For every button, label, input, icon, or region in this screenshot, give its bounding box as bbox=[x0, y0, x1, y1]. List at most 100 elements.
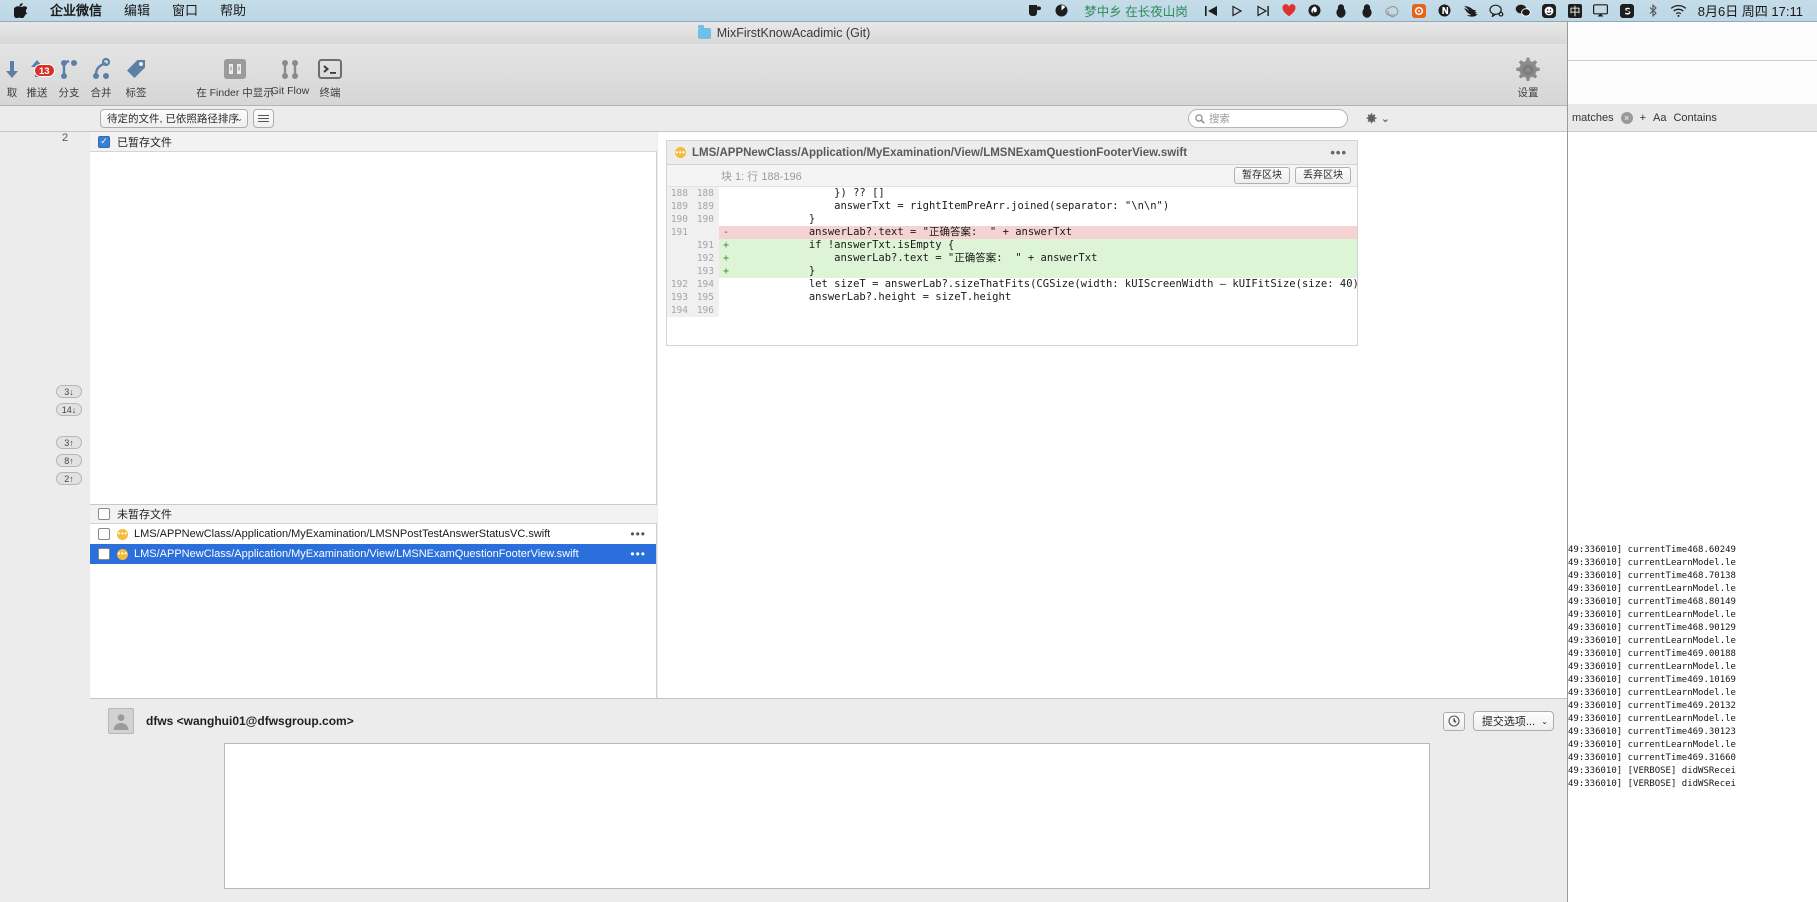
console-line: 49:336010] currentTime468.70138 bbox=[1568, 571, 1736, 581]
diff-marker bbox=[719, 187, 733, 200]
sourcetree-window: MixFirstKnowAcadimic (Git) 取 13 推送 分支 合并… bbox=[0, 22, 1568, 902]
mug-icon[interactable] bbox=[1022, 0, 1048, 22]
wechat-icon[interactable] bbox=[1510, 0, 1536, 22]
magnet-icon[interactable] bbox=[1432, 0, 1458, 22]
airplay-icon[interactable] bbox=[1588, 0, 1614, 22]
diff-file-header[interactable]: ••• LMS/APPNewClass/Application/MyExamin… bbox=[666, 140, 1358, 164]
edge-badge-behind-3-up[interactable]: 3↑ bbox=[56, 436, 82, 449]
old-line-number: 194 bbox=[667, 304, 693, 317]
pie-icon[interactable] bbox=[1048, 0, 1074, 22]
diff-line[interactable]: 194 196 bbox=[667, 304, 1357, 317]
list-item[interactable]: ••• LMS/APPNewClass/Application/MyExamin… bbox=[90, 524, 656, 544]
next-track-icon[interactable] bbox=[1250, 0, 1276, 22]
edge-badge-behind-2-up[interactable]: 2↑ bbox=[56, 472, 82, 485]
file-path-label: LMS/APPNewClass/Application/MyExaminatio… bbox=[134, 548, 579, 560]
old-line-number: 192 bbox=[667, 278, 693, 291]
edge-badge-behind-14-down[interactable]: 14↓ bbox=[56, 403, 82, 416]
discard-hunk-button[interactable]: 丢弃区块 bbox=[1295, 167, 1351, 184]
penguin2-icon[interactable] bbox=[1354, 0, 1380, 22]
input-chinese-icon[interactable]: 中 bbox=[1562, 0, 1588, 22]
speech-bubble-icon[interactable] bbox=[1484, 0, 1510, 22]
diff-line[interactable]: 189 189 answerTxt = rightItemPreArr.join… bbox=[667, 200, 1357, 213]
chevron-down-icon: ⌄ bbox=[1541, 716, 1548, 726]
bird-icon[interactable] bbox=[1458, 0, 1484, 22]
gear-icon bbox=[1514, 56, 1542, 84]
wifi-icon[interactable] bbox=[1666, 0, 1692, 22]
file-filter-dropdown[interactable]: 待定的文件, 已依照路径排序 ⌄ bbox=[100, 109, 248, 128]
staged-select-all-checkbox[interactable] bbox=[98, 135, 110, 148]
diff-line[interactable]: 191 - answerLab?.text = "正确答案: " + answe… bbox=[667, 226, 1357, 239]
tag-icon bbox=[123, 54, 149, 84]
console-line: 49:336010] currentTime469.31660 bbox=[1568, 753, 1736, 763]
tag-button[interactable]: 标签 bbox=[108, 50, 164, 102]
terminal-button[interactable]: 终端 bbox=[302, 50, 358, 102]
add-filter-button[interactable]: + bbox=[1640, 112, 1646, 124]
menu-item-qywechat[interactable]: 企业微信 bbox=[39, 0, 113, 22]
flame-icon[interactable] bbox=[1302, 0, 1328, 22]
background-console-output: 49:336010] currentTime468.60249 49:33601… bbox=[1568, 542, 1817, 902]
diff-line[interactable]: 192 + answerLab?.text = "正确答案: " + answe… bbox=[667, 252, 1357, 265]
diff-line[interactable]: 191 + if !answerTxt.isEmpty { bbox=[667, 239, 1357, 252]
file-stage-checkbox[interactable] bbox=[98, 528, 110, 540]
clock-icon[interactable] bbox=[1442, 711, 1465, 731]
diff-lines: 188 188 }) ?? [] 189 189 answerTxt = rig… bbox=[667, 187, 1357, 317]
stage-hunk-button[interactable]: 暂存区块 bbox=[1234, 167, 1290, 184]
modified-dot-icon: ••• bbox=[675, 147, 686, 158]
window-title-bar[interactable]: MixFirstKnowAcadimic (Git) bbox=[0, 22, 1567, 44]
match-mode-button[interactable]: Contains bbox=[1673, 112, 1716, 124]
play-icon[interactable] bbox=[1224, 0, 1250, 22]
menu-item-edit[interactable]: 编辑 bbox=[113, 0, 161, 22]
terminal-icon bbox=[317, 54, 343, 84]
diff-line[interactable]: 193 + } bbox=[667, 265, 1357, 278]
previous-track-icon[interactable] bbox=[1198, 0, 1224, 22]
creative-cloud-icon[interactable] bbox=[1380, 0, 1406, 22]
main-toolbar: 取 13 推送 分支 合并 标签 在 Finder 中显示 Git Flow 终… bbox=[0, 44, 1567, 106]
match-case-button[interactable]: Aa bbox=[1653, 112, 1666, 124]
diff-line[interactable]: 190 190 } bbox=[667, 213, 1357, 226]
edge-badge-behind-8-up[interactable]: 8↑ bbox=[56, 454, 82, 467]
diff-file-path: LMS/APPNewClass/Application/MyExaminatio… bbox=[692, 146, 1188, 159]
diff-line-text: if !answerTxt.isEmpty { bbox=[733, 239, 955, 251]
settings-button[interactable]: 设置 bbox=[1502, 56, 1554, 100]
sogou-icon[interactable] bbox=[1614, 0, 1640, 22]
search-input[interactable]: 搜索 bbox=[1188, 109, 1348, 128]
file-context-menu-button[interactable]: ••• bbox=[630, 547, 646, 561]
smiley-icon[interactable] bbox=[1536, 0, 1562, 22]
apple-icon[interactable] bbox=[0, 3, 39, 18]
folder-icon bbox=[697, 25, 711, 39]
unstaged-files-header[interactable]: 未暂存文件 bbox=[90, 504, 657, 524]
penguin-icon[interactable] bbox=[1328, 0, 1354, 22]
console-line: 49:336010] [VERBOSE] didWSRecei bbox=[1568, 766, 1736, 776]
list-item[interactable]: ••• LMS/APPNewClass/Application/MyExamin… bbox=[90, 544, 656, 564]
file-filter-value: 待定的文件, 已依照路径排序 bbox=[107, 113, 239, 125]
diff-line[interactable]: 188 188 }) ?? [] bbox=[667, 187, 1357, 200]
unstaged-files-list[interactable]: ••• LMS/APPNewClass/Application/MyExamin… bbox=[90, 524, 657, 698]
menu-item-window[interactable]: 窗口 bbox=[161, 0, 209, 22]
list-view-icon bbox=[258, 113, 269, 124]
settings-app-icon[interactable] bbox=[1406, 0, 1432, 22]
file-context-menu-button[interactable]: ••• bbox=[630, 527, 646, 541]
edge-badge-behind-3-down[interactable]: 3↓ bbox=[56, 385, 82, 398]
diff-line[interactable]: 193 195 answerLab?.height = sizeT.height bbox=[667, 291, 1357, 304]
list-view-toggle[interactable] bbox=[253, 109, 274, 128]
diff-line-text: } bbox=[733, 213, 816, 225]
staged-files-header[interactable]: 已暂存文件 bbox=[90, 132, 657, 152]
console-line: 49:336010] currentTime469.30123 bbox=[1568, 727, 1736, 737]
commit-options-dropdown[interactable]: 提交选项... ⌄ bbox=[1472, 711, 1554, 731]
menu-bar-clock[interactable]: 8月6日 周四 17:11 bbox=[1692, 1, 1811, 20]
bluetooth-icon[interactable] bbox=[1640, 0, 1666, 22]
heart-icon[interactable] bbox=[1276, 0, 1302, 22]
menu-item-help[interactable]: 帮助 bbox=[209, 0, 257, 22]
new-line-number: 196 bbox=[693, 304, 719, 317]
file-stage-checkbox[interactable] bbox=[98, 548, 110, 560]
filter-settings-button[interactable]: ⌄ bbox=[1365, 109, 1390, 128]
commit-message-input[interactable] bbox=[224, 743, 1430, 889]
chevron-down-icon: ⌄ bbox=[1380, 113, 1390, 125]
diff-context-menu-button[interactable]: ••• bbox=[1330, 145, 1347, 160]
old-line-number bbox=[667, 239, 693, 252]
unstaged-select-all-checkbox[interactable] bbox=[98, 508, 110, 520]
diff-line[interactable]: 192 194 let sizeT = answerLab?.sizeThatF… bbox=[667, 278, 1357, 291]
staged-files-list[interactable] bbox=[90, 152, 657, 504]
clear-icon[interactable]: × bbox=[1620, 111, 1633, 124]
background-window: matches × + Aa Contains 49:336010] curre… bbox=[1568, 22, 1817, 902]
